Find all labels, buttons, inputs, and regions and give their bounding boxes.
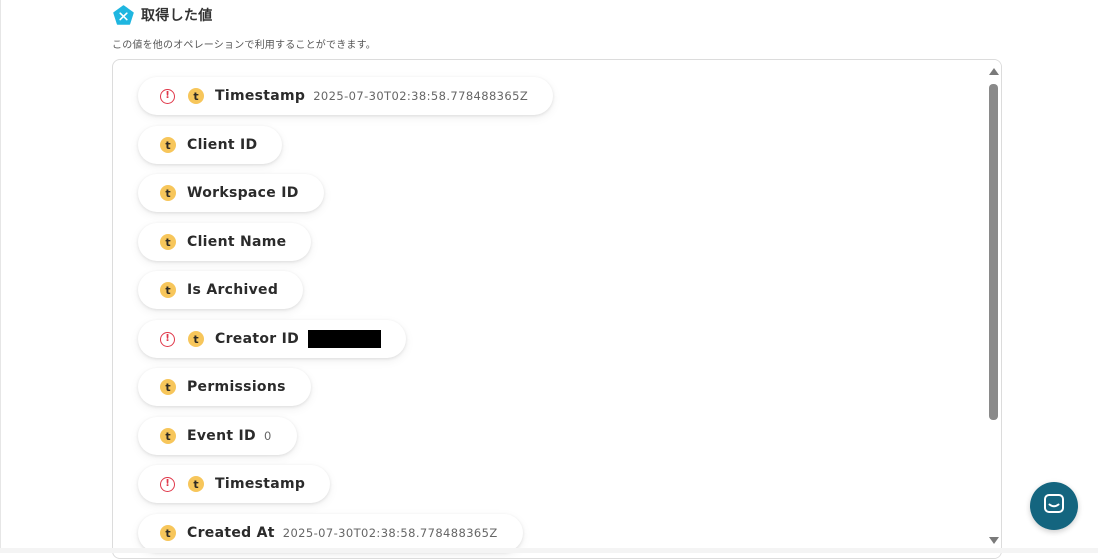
token-icon: t (188, 88, 204, 104)
value-chip[interactable]: t Event ID 0 (138, 417, 297, 455)
token-icon: t (160, 185, 176, 201)
redacted-value (308, 330, 382, 348)
token-icon: t (160, 137, 176, 153)
warning-icon: ! (160, 88, 175, 104)
value-text: 0 (263, 429, 272, 443)
value-label: Creator ID (215, 331, 300, 347)
token-icon: t (188, 476, 204, 492)
value-chip[interactable]: t Created At 2025-07-30T02:38:58.778488365… (138, 514, 523, 552)
section-subtitle: この値を他のオペレーションで利用することができます。 (112, 40, 376, 51)
bottom-edge (0, 548, 1098, 553)
value-label: Is Archived (187, 282, 279, 298)
value-chip[interactable]: ! t Timestamp 2025-07-30T02:38:58.778488365… (138, 77, 554, 115)
left-divider (0, 0, 1, 553)
value-chip[interactable]: ! t Timestamp (138, 465, 331, 503)
pentagon-badge-icon (113, 5, 134, 25)
value-label: Created At (187, 525, 275, 541)
token-icon: t (160, 525, 176, 541)
value-label: Event ID (187, 428, 256, 444)
scrollbar[interactable] (985, 60, 1001, 558)
value-chip[interactable]: t Client ID (138, 126, 283, 164)
token-icon: t (160, 428, 176, 444)
scrollbar-thumb[interactable] (989, 84, 998, 420)
scroll-up-arrow-icon[interactable] (989, 68, 999, 75)
value-text: 2025-07-30T02:38:58.778488365Z (313, 89, 529, 103)
scroll-down-arrow-icon[interactable] (989, 537, 999, 544)
warning-icon: ! (160, 331, 175, 347)
value-chip[interactable]: t Permissions (138, 368, 311, 406)
value-label: Client ID (187, 137, 258, 153)
chat-bubble-icon (1043, 493, 1065, 519)
value-chip[interactable]: t Client Name (138, 223, 312, 261)
token-icon: t (160, 234, 176, 250)
warning-icon: ! (160, 476, 175, 492)
value-label: Permissions (187, 379, 286, 395)
token-icon: t (160, 282, 176, 298)
value-chip[interactable]: ! t Creator ID (138, 320, 407, 358)
token-icon: t (188, 331, 204, 347)
value-text: 2025-07-30T02:38:58.778488365Z (282, 526, 498, 540)
values-panel: ! t Timestamp 2025-07-30T02:38:58.778488365… (112, 59, 1002, 559)
section-title: 取得した値 (141, 8, 213, 24)
chat-button[interactable] (1030, 482, 1078, 530)
value-chip[interactable]: t Is Archived (138, 271, 304, 309)
value-label: Workspace ID (187, 185, 299, 201)
value-label: Client Name (187, 234, 287, 250)
value-label: Timestamp (215, 88, 306, 104)
value-chip[interactable]: t Workspace ID (138, 174, 324, 212)
value-label: Timestamp (215, 476, 306, 492)
token-icon: t (160, 379, 176, 395)
section-header: 取得した値 (113, 4, 213, 26)
